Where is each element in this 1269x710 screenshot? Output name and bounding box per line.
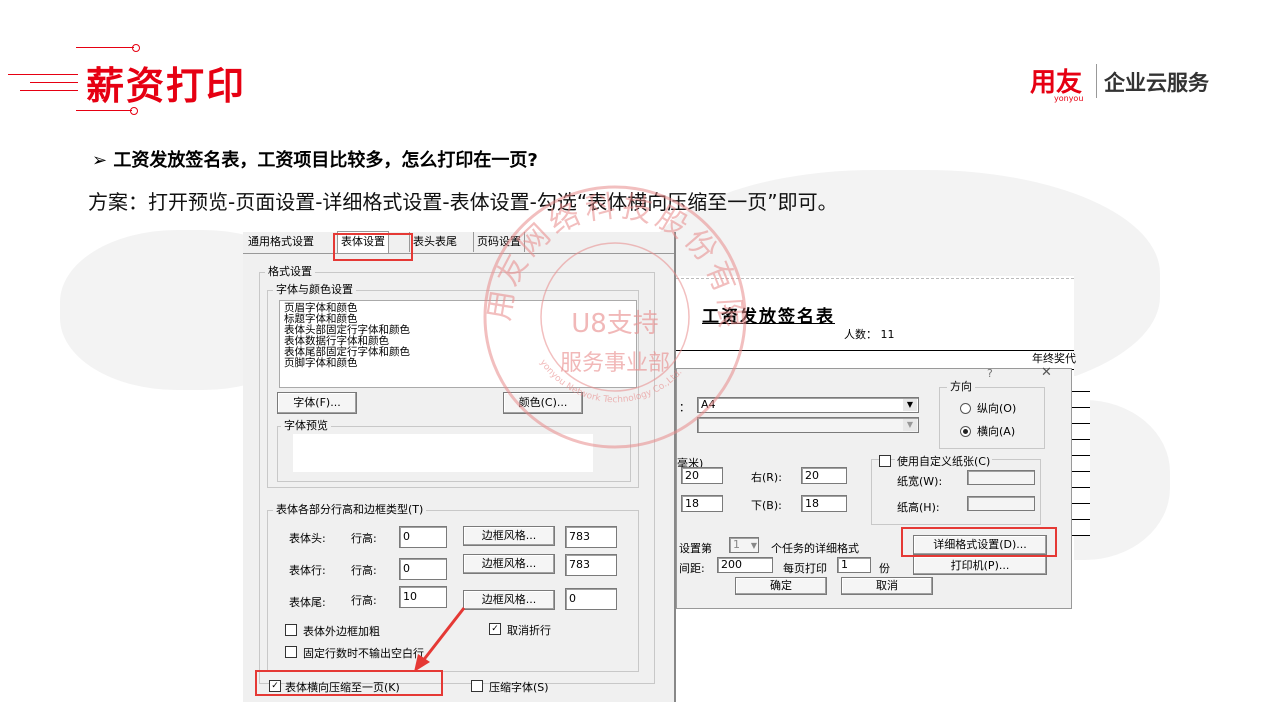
tab-page-number[interactable]: 页码设置 [473, 232, 525, 252]
paper-height-input[interactable] [967, 496, 1035, 511]
body-head-height-input[interactable]: 0 [399, 526, 447, 548]
portrait-radio[interactable] [960, 403, 971, 414]
decor-line [20, 90, 78, 91]
spacing-label: 间距: [679, 562, 705, 575]
task-prefix: 设置第 [679, 542, 712, 555]
decor-dot [132, 44, 140, 52]
body-tail-label: 表体尾: [289, 596, 326, 609]
font-color-label: 字体与颜色设置 [273, 284, 356, 296]
table-header-row [676, 350, 1074, 370]
task-suffix: 个任务的详细格式 [771, 542, 859, 555]
chevron-down-icon[interactable]: ▼ [751, 539, 757, 553]
report-title: 工资发放签名表 [702, 307, 835, 327]
row-height-label: 表体各部分行高和边框类型(T) [273, 504, 427, 516]
decor-line [8, 74, 78, 75]
row-height-text: 行高: [351, 532, 377, 545]
body-tail-border-value[interactable]: 0 [565, 588, 617, 610]
outer-border-label: 表体外边框加粗 [303, 625, 380, 638]
close-icon[interactable]: ✕ [1041, 365, 1052, 380]
chevron-down-icon[interactable]: ▼ [903, 419, 917, 431]
page-boundary [676, 278, 1074, 279]
paper-size-value: A4 [701, 398, 716, 411]
copies-label: 每页打印 [783, 562, 827, 575]
body-head-border-button[interactable]: 边框风格... [463, 526, 555, 546]
compress-font-label: 压缩字体(S) [489, 681, 549, 694]
portrait-label: 纵向(O) [977, 402, 1017, 415]
bottom-margin-input[interactable]: 18 [801, 495, 847, 512]
task-number-select[interactable]: 1 ▼ [729, 537, 759, 553]
paper-source-select[interactable]: ▼ [697, 417, 919, 433]
body-row-border-button[interactable]: 边框风格... [463, 554, 555, 574]
decor-line [30, 82, 78, 83]
tab-general[interactable]: 通用格式设置 [245, 232, 317, 252]
task-number-value: 1 [733, 538, 740, 551]
cancel-wrap-checkbox[interactable]: ✓ [489, 623, 501, 635]
header-fragment: 年终奖代 [1032, 352, 1076, 365]
table-lines [1072, 376, 1090, 536]
help-button[interactable]: ? [987, 367, 993, 380]
color-button[interactable]: 颜色(C)... [503, 392, 583, 414]
body-row-label: 表体行: [289, 564, 326, 577]
landscape-radio[interactable] [960, 426, 971, 437]
row-height-text: 行高: [351, 594, 377, 607]
custom-paper-label: 使用自定义纸张(C) [895, 453, 993, 469]
brand-logo-sub: yonyou [1054, 94, 1084, 103]
font-preview-label: 字体预览 [281, 420, 331, 432]
spacing-input[interactable]: 200 [717, 557, 773, 573]
list-item[interactable]: 页脚字体和颜色 [284, 358, 632, 369]
paper-size-select[interactable]: A4 ▼ [697, 397, 919, 413]
page-title: 薪资打印 [86, 64, 247, 108]
paper-width-label: 纸宽(W): [897, 475, 943, 488]
orientation-group [939, 387, 1045, 449]
arrow-icon [414, 607, 466, 672]
orientation-label: 方向 [947, 381, 975, 393]
bottom-margin-label: 下(B): [751, 499, 782, 512]
tab-header-footer[interactable]: 表头表尾 [409, 232, 460, 252]
right-margin-label: 右(R): [751, 471, 782, 484]
paper-width-input[interactable] [967, 470, 1035, 485]
brand-slogan: 企业云服务 [1104, 71, 1209, 95]
landscape-label: 横向(A) [977, 425, 1016, 438]
answer: 方案：打开预览-页面设置-详细格式设置-表体设置-勾选“表体横向压缩至一页”即可… [88, 190, 838, 214]
outer-border-checkbox[interactable] [285, 624, 297, 636]
printer-button[interactable]: 打印机(P)... [913, 556, 1047, 575]
headcount-label: 人数： 11 [844, 326, 895, 342]
paper-height-label: 纸高(H): [897, 501, 940, 514]
left-margin-input[interactable]: 18 [681, 495, 723, 512]
body-head-border-value[interactable]: 783 [565, 526, 617, 548]
ok-button[interactable]: 确定 [735, 577, 827, 595]
font-preview-box [293, 434, 593, 472]
body-row-border-value[interactable]: 783 [565, 554, 617, 576]
font-item-list[interactable]: 页眉字体和颜色 标题字体和颜色 表体头部固定行字体和颜色 表体数据行字体和颜色 … [279, 300, 637, 388]
page-setup-dialog: ? ✕ ： A4 ▼ ▼ 方向 纵向(O) 横向(A) 毫米) 20 右(R):… [676, 365, 1072, 609]
headcount-value: 11 [880, 328, 895, 341]
row-height-text: 行高: [351, 564, 377, 577]
custom-paper-checkbox[interactable] [879, 455, 891, 467]
font-button[interactable]: 字体(F)... [277, 392, 357, 414]
compress-font-checkbox[interactable] [471, 680, 483, 692]
copies-input[interactable]: 1 [837, 557, 871, 573]
decor-line [76, 47, 134, 48]
top-margin-input[interactable]: 20 [681, 467, 723, 484]
decor-line [76, 110, 132, 111]
question: ➢ 工资发放签名表，工资项目比较多，怎么打印在一页? [92, 150, 538, 171]
question-text: 工资发放签名表，工资项目比较多，怎么打印在一页? [113, 150, 538, 171]
right-margin-input[interactable]: 20 [801, 467, 847, 484]
cancel-wrap-label: 取消折行 [507, 624, 551, 637]
body-head-label: 表体头: [289, 532, 326, 545]
copies-unit: 份 [879, 562, 890, 575]
headcount-text: 人数： [844, 328, 877, 341]
highlight-detail-button [901, 527, 1057, 557]
chevron-down-icon[interactable]: ▼ [903, 399, 917, 411]
paper-size-label: ： [679, 401, 690, 414]
cancel-button[interactable]: 取消 [841, 577, 933, 595]
fixed-rows-checkbox[interactable] [285, 646, 297, 658]
tab-divider [243, 253, 674, 254]
body-row-height-input[interactable]: 0 [399, 558, 447, 580]
format-group-label: 格式设置 [265, 266, 315, 278]
logo-divider [1096, 64, 1097, 98]
highlight-body-tab [333, 233, 413, 261]
